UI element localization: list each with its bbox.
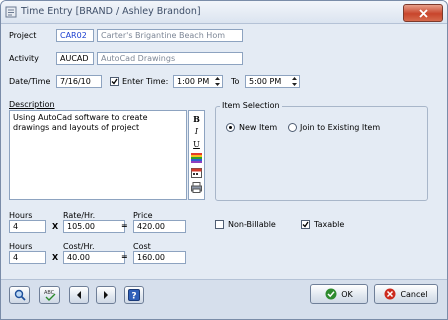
printer-icon[interactable] — [191, 182, 202, 193]
rate-field[interactable]: 105.00 — [63, 220, 125, 233]
help-icon: ? — [128, 289, 140, 301]
checkmark-icon — [302, 221, 309, 228]
non-billable-checkbox[interactable] — [215, 220, 224, 229]
non-billable-label: Non-Billable — [228, 220, 276, 229]
dialog-body: Project CAR02 Carter's Brigantine Beach … — [1, 24, 447, 319]
time-entry-window: Time Entry [BRAND / Ashley Brandon] Proj… — [0, 0, 448, 320]
join-existing-radio[interactable] — [288, 123, 297, 132]
ok-button[interactable]: OK — [310, 284, 368, 304]
cost-hours-field[interactable]: 4 — [9, 251, 46, 264]
taxable-checkbox[interactable] — [301, 220, 310, 229]
close-button[interactable] — [403, 4, 443, 22]
project-label: Project — [9, 31, 37, 40]
multiply-sign: X — [52, 253, 59, 262]
svg-text:?: ? — [131, 292, 136, 302]
title-bar[interactable]: Time Entry [BRAND / Ashley Brandon] — [1, 1, 447, 24]
cancel-label: Cancel — [400, 289, 428, 299]
end-time-value: 5:00 PM — [249, 77, 282, 86]
cost-rate-field[interactable]: 40.00 — [63, 251, 125, 264]
project-name-field: Carter's Brigantine Beach Hom — [97, 29, 243, 42]
bold-button[interactable]: B — [191, 113, 202, 124]
activity-code-field[interactable]: AUCAD — [56, 52, 94, 65]
item-selection-group — [215, 106, 428, 201]
cancel-circle-icon — [384, 288, 396, 300]
activity-name-field: AutoCad Drawings — [97, 52, 243, 65]
previous-button[interactable] — [69, 286, 89, 304]
arrow-right-icon — [104, 291, 108, 299]
multiply-sign: X — [52, 222, 59, 231]
checkmark-icon — [111, 78, 118, 85]
price-field[interactable]: 420.00 — [133, 220, 186, 233]
enter-time-label: Enter Time: — [122, 77, 169, 86]
enter-time-checkbox[interactable] — [110, 77, 119, 86]
spinner-icon[interactable] — [213, 75, 222, 88]
hours-label: Hours — [9, 211, 33, 220]
new-item-label: New Item — [239, 123, 278, 132]
cost-field[interactable]: 160.00 — [133, 251, 186, 264]
hours-field[interactable]: 4 — [9, 220, 46, 233]
start-time-field[interactable]: 1:00 PM — [173, 75, 223, 88]
cost-hours-label: Hours — [9, 242, 33, 251]
date-field[interactable]: 7/16/10 — [56, 75, 102, 88]
arrow-left-icon — [77, 291, 81, 299]
equals-sign: = — [121, 252, 128, 261]
italic-button[interactable]: I — [191, 126, 202, 137]
spell-check-icon: ABC — [44, 290, 55, 301]
cancel-button[interactable]: Cancel — [374, 284, 438, 304]
cost-label: Cost — [133, 242, 151, 251]
start-time-value: 1:00 PM — [177, 77, 210, 86]
calendar-icon[interactable] — [191, 167, 202, 178]
activity-label: Activity — [9, 54, 39, 63]
description-textarea[interactable]: Using AutoCad software to create drawing… — [9, 110, 187, 200]
datetime-label: Date/Time — [9, 77, 51, 86]
search-icon — [14, 289, 26, 301]
app-icon — [5, 6, 17, 18]
close-icon — [418, 8, 428, 18]
rate-label: Rate/Hr. — [63, 211, 96, 220]
check-circle-icon — [325, 288, 337, 300]
price-label: Price — [133, 211, 153, 220]
item-selection-title: Item Selection — [220, 101, 282, 110]
help-button[interactable]: ? — [124, 286, 144, 304]
spell-check-button[interactable]: ABC — [39, 286, 60, 304]
format-toolbar: B I U — [188, 110, 205, 200]
color-palette-icon[interactable] — [191, 153, 202, 163]
description-label: Description — [9, 100, 55, 109]
ok-label: OK — [341, 289, 353, 299]
cost-rate-label: Cost/Hr. — [63, 242, 95, 251]
window-title: Time Entry [BRAND / Ashley Brandon] — [21, 6, 201, 17]
spinner-icon[interactable] — [290, 75, 299, 88]
search-button[interactable] — [9, 286, 30, 304]
new-item-radio[interactable] — [226, 123, 235, 132]
taxable-label: Taxable — [314, 220, 345, 229]
end-time-field[interactable]: 5:00 PM — [245, 75, 300, 88]
join-existing-label: Join to Existing Item — [300, 123, 381, 132]
project-code-field[interactable]: CAR02 — [56, 29, 94, 42]
to-label: To — [231, 77, 240, 86]
next-button[interactable] — [96, 286, 116, 304]
underline-button[interactable]: U — [191, 139, 202, 150]
equals-sign: = — [121, 221, 128, 230]
